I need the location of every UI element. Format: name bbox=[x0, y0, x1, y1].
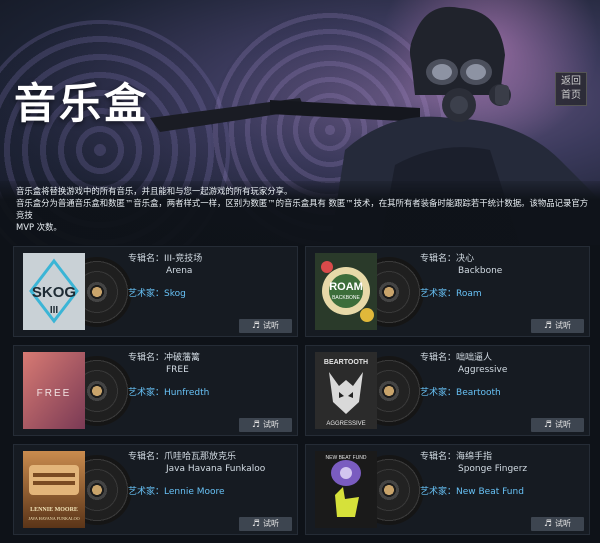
music-note-icon: ♬ bbox=[251, 321, 261, 331]
description: 音乐盒将替换游戏中的所有音乐，并且能和与您一起游戏的所有玩家分享。 音乐盒分为普… bbox=[0, 181, 600, 245]
back-home-label-line2: 首页 bbox=[561, 90, 581, 101]
description-line: 音乐盒将替换游戏中的所有音乐，并且能和与您一起游戏的所有玩家分享。 bbox=[16, 186, 293, 196]
description-line: 音乐盒分为普通音乐盒和数匿™音乐盒，两者样式一样，区别为数匿™的音乐盒具有 数匿… bbox=[16, 198, 589, 220]
listen-button[interactable]: ♬ 试听 bbox=[239, 319, 292, 333]
album-name: 爪哇哈瓦那放克乐 bbox=[164, 452, 237, 462]
album-name: III-竞技场 bbox=[164, 254, 203, 264]
back-home-button[interactable]: 返回 首页 bbox=[555, 72, 587, 106]
artist-name[interactable]: Beartooth bbox=[456, 388, 501, 398]
artist-name[interactable]: New Beat Fund bbox=[456, 487, 524, 497]
artist-label: 艺术家： bbox=[128, 289, 165, 299]
cover-text: SKOG bbox=[32, 284, 76, 301]
album-label: 专辑名： bbox=[128, 254, 165, 264]
hero-banner: 音乐盒 返回 首页 音乐盒将替换游戏中的所有音乐，并且能和与您一起游戏的所有玩家… bbox=[0, 0, 600, 245]
artist-label: 艺术家： bbox=[128, 388, 165, 398]
album-cover: LENNIE MOORE JAVA HAVANA FUNKALOO bbox=[23, 451, 85, 528]
album-cover: FREE bbox=[23, 352, 85, 429]
svg-text:III: III bbox=[50, 305, 59, 316]
album-label: 专辑名： bbox=[420, 353, 457, 363]
track-title: Arena bbox=[166, 266, 193, 276]
kit-info: 专辑名：海绵手指 Sponge Fingerz 艺术家：New Beat Fun… bbox=[420, 451, 527, 498]
artist-name[interactable]: Hunfredth bbox=[164, 388, 209, 398]
artist-name[interactable]: Roam bbox=[456, 289, 482, 299]
artist-label: 艺术家： bbox=[420, 487, 457, 497]
kit-info: 专辑名：冲破藩篱 FREE 艺术家：Hunfredth bbox=[128, 352, 209, 399]
kit-info: 专辑名：咄咄逼人 Aggressive 艺术家：Beartooth bbox=[420, 352, 507, 399]
album-name: 海绵手指 bbox=[456, 452, 493, 462]
page-title: 音乐盒 bbox=[14, 79, 150, 128]
music-kit-card: NEW BEAT FUND 专辑名：海绵手指 Sponge Fingerz 艺术… bbox=[305, 444, 590, 535]
album-label: 专辑名： bbox=[420, 254, 457, 264]
kit-info: 专辑名：爪哇哈瓦那放克乐 Java Havana Funkaloo 艺术家：Le… bbox=[128, 451, 265, 498]
back-home-label-line1: 返回 bbox=[561, 76, 581, 87]
svg-text:BEARTOOTH: BEARTOOTH bbox=[324, 359, 368, 366]
description-line: MVP 次数。 bbox=[16, 222, 62, 232]
listen-button[interactable]: ♬ 试听 bbox=[239, 418, 292, 432]
svg-text:JAVA HAVANA FUNKALOO: JAVA HAVANA FUNKALOO bbox=[28, 516, 79, 521]
svg-text:BACKBONE: BACKBONE bbox=[332, 295, 360, 301]
svg-text:FREE: FREE bbox=[37, 388, 72, 399]
album-name: 咄咄逼人 bbox=[456, 353, 493, 363]
track-title: Sponge Fingerz bbox=[458, 464, 528, 474]
artist-name[interactable]: Lennie Moore bbox=[164, 487, 225, 497]
kit-info: 专辑名：III-竞技场 Arena 艺术家：Skog bbox=[128, 253, 202, 300]
listen-button[interactable]: ♬ 试听 bbox=[531, 319, 584, 333]
music-kit-card: SKOG III 专辑名：III-竞技场 Arena 艺术家：Skog ♬ 试听 bbox=[13, 246, 298, 337]
music-note-icon: ♬ bbox=[251, 420, 261, 430]
svg-text:LENNIE MOORE: LENNIE MOORE bbox=[30, 507, 78, 513]
music-kit-card: LENNIE MOORE JAVA HAVANA FUNKALOO 专辑名：爪哇… bbox=[13, 444, 298, 535]
album-label: 专辑名： bbox=[420, 452, 457, 462]
listen-button[interactable]: ♬ 试听 bbox=[531, 418, 584, 432]
artist-name[interactable]: Skog bbox=[164, 289, 186, 299]
music-kit-card: FREE 专辑名：冲破藩篱 FREE 艺术家：Hunfredth ♬ 试听 bbox=[13, 345, 298, 436]
album-name: 决心 bbox=[456, 254, 475, 264]
album-label: 专辑名： bbox=[128, 353, 165, 363]
track-title: Aggressive bbox=[458, 365, 508, 375]
album-cover: SKOG III bbox=[23, 253, 85, 330]
listen-button[interactable]: ♬ 试听 bbox=[239, 517, 292, 531]
album-cover: BEARTOOTH AGGRESSIVE bbox=[315, 352, 377, 429]
track-title: Java Havana Funkaloo bbox=[166, 464, 266, 474]
track-title: FREE bbox=[166, 365, 189, 375]
svg-text:NEW BEAT FUND: NEW BEAT FUND bbox=[326, 455, 367, 461]
listen-button[interactable]: ♬ 试听 bbox=[531, 517, 584, 531]
music-note-icon: ♬ bbox=[543, 420, 553, 430]
album-cover: NEW BEAT FUND bbox=[315, 451, 377, 528]
kit-info: 专辑名：决心 Backbone 艺术家：Roam bbox=[420, 253, 502, 300]
music-note-icon: ♬ bbox=[543, 321, 553, 331]
svg-text:AGGRESSIVE: AGGRESSIVE bbox=[326, 421, 365, 427]
music-note-icon: ♬ bbox=[543, 519, 553, 529]
album-name: 冲破藩篱 bbox=[164, 353, 201, 363]
album-label: 专辑名： bbox=[128, 452, 165, 462]
svg-text:ROAM: ROAM bbox=[329, 281, 363, 293]
music-kit-card: ROAM BACKBONE 专辑名：决心 Backbone 艺术家：Roam ♬… bbox=[305, 246, 590, 337]
album-cover: ROAM BACKBONE bbox=[315, 253, 377, 330]
track-title: Backbone bbox=[458, 266, 503, 276]
music-note-icon: ♬ bbox=[251, 519, 261, 529]
artist-label: 艺术家： bbox=[420, 289, 457, 299]
music-kit-card: BEARTOOTH AGGRESSIVE 专辑名：咄咄逼人 Aggressive… bbox=[305, 345, 590, 436]
artist-label: 艺术家： bbox=[128, 487, 165, 497]
artist-label: 艺术家： bbox=[420, 388, 457, 398]
